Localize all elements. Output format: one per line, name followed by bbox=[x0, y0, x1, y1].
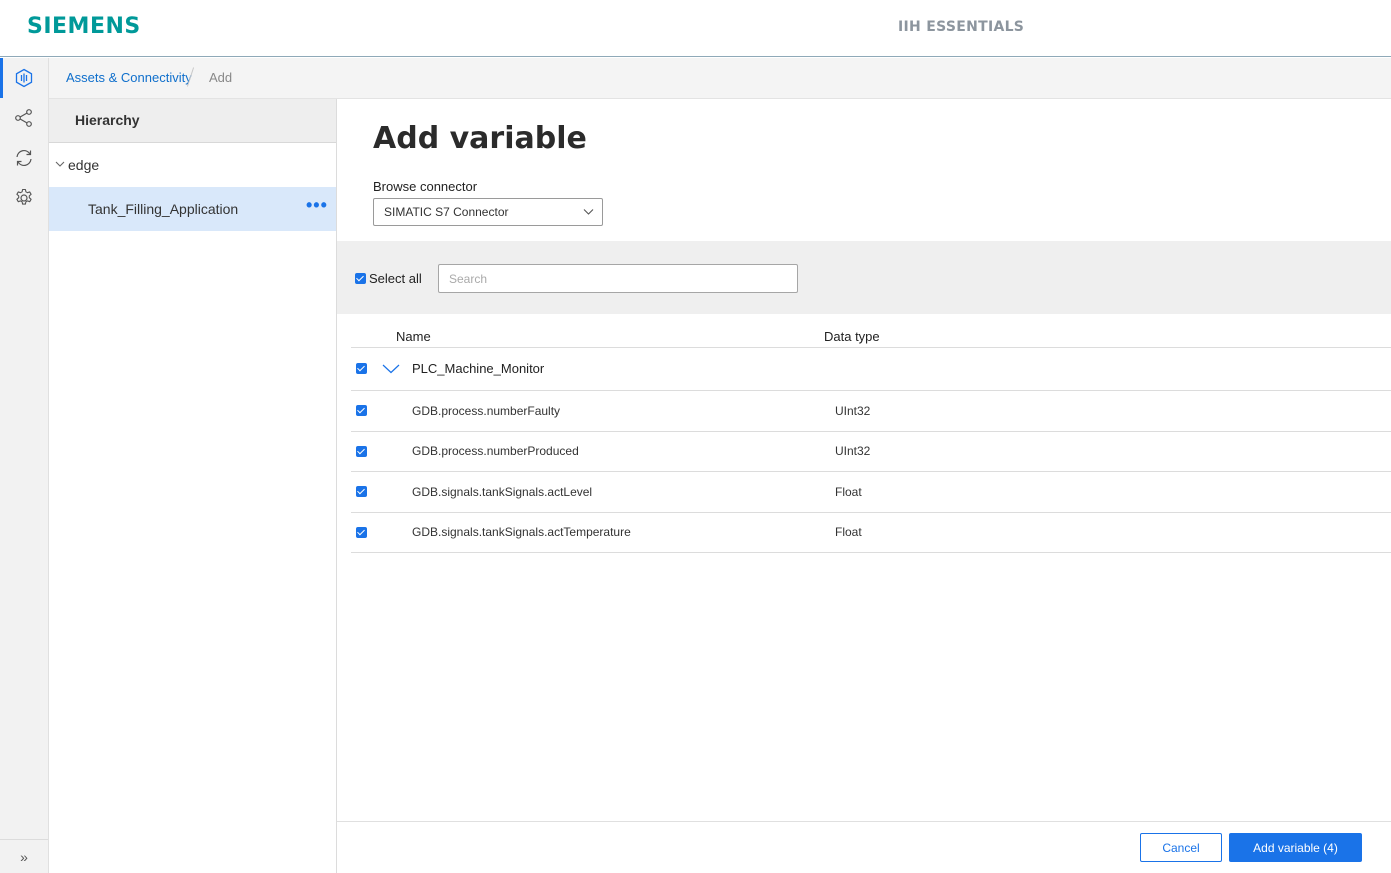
dialog-footer: Cancel Add variable (4) bbox=[337, 821, 1391, 873]
row-checkbox[interactable] bbox=[356, 446, 367, 457]
rail-settings-button[interactable] bbox=[0, 178, 48, 218]
chevron-down-icon[interactable] bbox=[382, 364, 400, 374]
tree-node-edge[interactable]: edge bbox=[49, 144, 336, 187]
chevron-down-icon[interactable] bbox=[54, 158, 66, 170]
table-row[interactable]: GDB.signals.tankSignals.actTemperature F… bbox=[351, 513, 1391, 553]
select-all-label: Select all bbox=[369, 271, 422, 286]
sync-icon bbox=[16, 149, 32, 167]
tree-node-label: Tank_Filling_Application bbox=[88, 201, 239, 217]
filter-bar: Select all bbox=[337, 241, 1391, 314]
tree-node-label: edge bbox=[68, 157, 100, 173]
column-header-data-type: Data type bbox=[824, 329, 880, 344]
connector-select[interactable]: SIMATIC S7 Connector bbox=[373, 198, 603, 226]
select-all-checkbox[interactable]: Select all bbox=[355, 271, 422, 286]
hierarchy-header: Hierarchy bbox=[49, 99, 336, 143]
rail-sync-button[interactable] bbox=[0, 138, 48, 178]
variable-data-type: UInt32 bbox=[835, 444, 871, 458]
table-row[interactable]: GDB.signals.tankSignals.actLevel Float bbox=[351, 472, 1391, 513]
variable-name: GDB.signals.tankSignals.actLevel bbox=[412, 485, 593, 499]
variable-data-type: UInt32 bbox=[835, 404, 871, 418]
variable-data-type: Float bbox=[835, 485, 862, 499]
table-row[interactable]: GDB.process.numberProduced UInt32 bbox=[351, 432, 1391, 472]
variable-data-type: Float bbox=[835, 525, 862, 539]
group-row[interactable]: PLC_Machine_Monitor bbox=[351, 348, 1391, 391]
double-chevron-right-icon: » bbox=[20, 848, 28, 865]
connector-value: SIMATIC S7 Connector bbox=[384, 205, 509, 219]
connector-label: Browse connector bbox=[373, 179, 478, 194]
hierarchy-panel: Hierarchy edge Tank_Filling_Application … bbox=[49, 99, 337, 873]
expand-rail-button[interactable]: » bbox=[0, 839, 48, 873]
app-title: IIH ESSENTIALS bbox=[898, 19, 1025, 35]
variable-name: GDB.process.numberProduced bbox=[412, 444, 579, 458]
more-options-icon[interactable]: ••• bbox=[306, 195, 328, 221]
group-name: PLC_Machine_Monitor bbox=[412, 361, 545, 376]
gear-icon bbox=[16, 188, 32, 205]
page-title: Add variable bbox=[373, 121, 587, 156]
cancel-button[interactable]: Cancel bbox=[1140, 833, 1222, 862]
rail-share-button[interactable] bbox=[0, 98, 48, 138]
row-checkbox[interactable] bbox=[356, 527, 367, 538]
add-variable-button[interactable]: Add variable (4) bbox=[1229, 833, 1362, 862]
breadcrumb-assets-link[interactable]: Assets & Connectivity bbox=[66, 70, 192, 85]
breadcrumb: Assets & Connectivity Add bbox=[49, 58, 1391, 99]
breadcrumb-current: Add bbox=[209, 70, 233, 85]
table-row[interactable]: GDB.process.numberFaulty UInt32 bbox=[351, 391, 1391, 432]
column-header-name: Name bbox=[396, 329, 431, 344]
search-input[interactable] bbox=[438, 264, 798, 293]
share-icon bbox=[15, 109, 32, 127]
hierarchy-title: Hierarchy bbox=[75, 112, 140, 128]
row-checkbox[interactable] bbox=[356, 405, 367, 416]
row-checkbox[interactable] bbox=[356, 486, 367, 497]
table-header: Name Data type bbox=[351, 314, 1391, 348]
row-checkbox[interactable] bbox=[356, 363, 367, 374]
variable-name: GDB.process.numberFaulty bbox=[412, 404, 561, 418]
chevron-down-icon bbox=[583, 209, 594, 215]
tree-node-selected[interactable]: Tank_Filling_Application ••• bbox=[49, 187, 336, 231]
siemens-logo: SIEMENS bbox=[27, 14, 141, 39]
rail-assets-button[interactable] bbox=[0, 58, 48, 98]
main-content: Add variable Browse connector SIMATIC S7… bbox=[337, 99, 1391, 873]
icon-rail: » bbox=[0, 58, 49, 873]
top-bar: SIEMENS IIH ESSENTIALS bbox=[0, 0, 1391, 57]
variable-name: GDB.signals.tankSignals.actTemperature bbox=[412, 525, 631, 539]
checkbox-checked[interactable] bbox=[355, 273, 366, 284]
assets-icon bbox=[15, 68, 33, 88]
